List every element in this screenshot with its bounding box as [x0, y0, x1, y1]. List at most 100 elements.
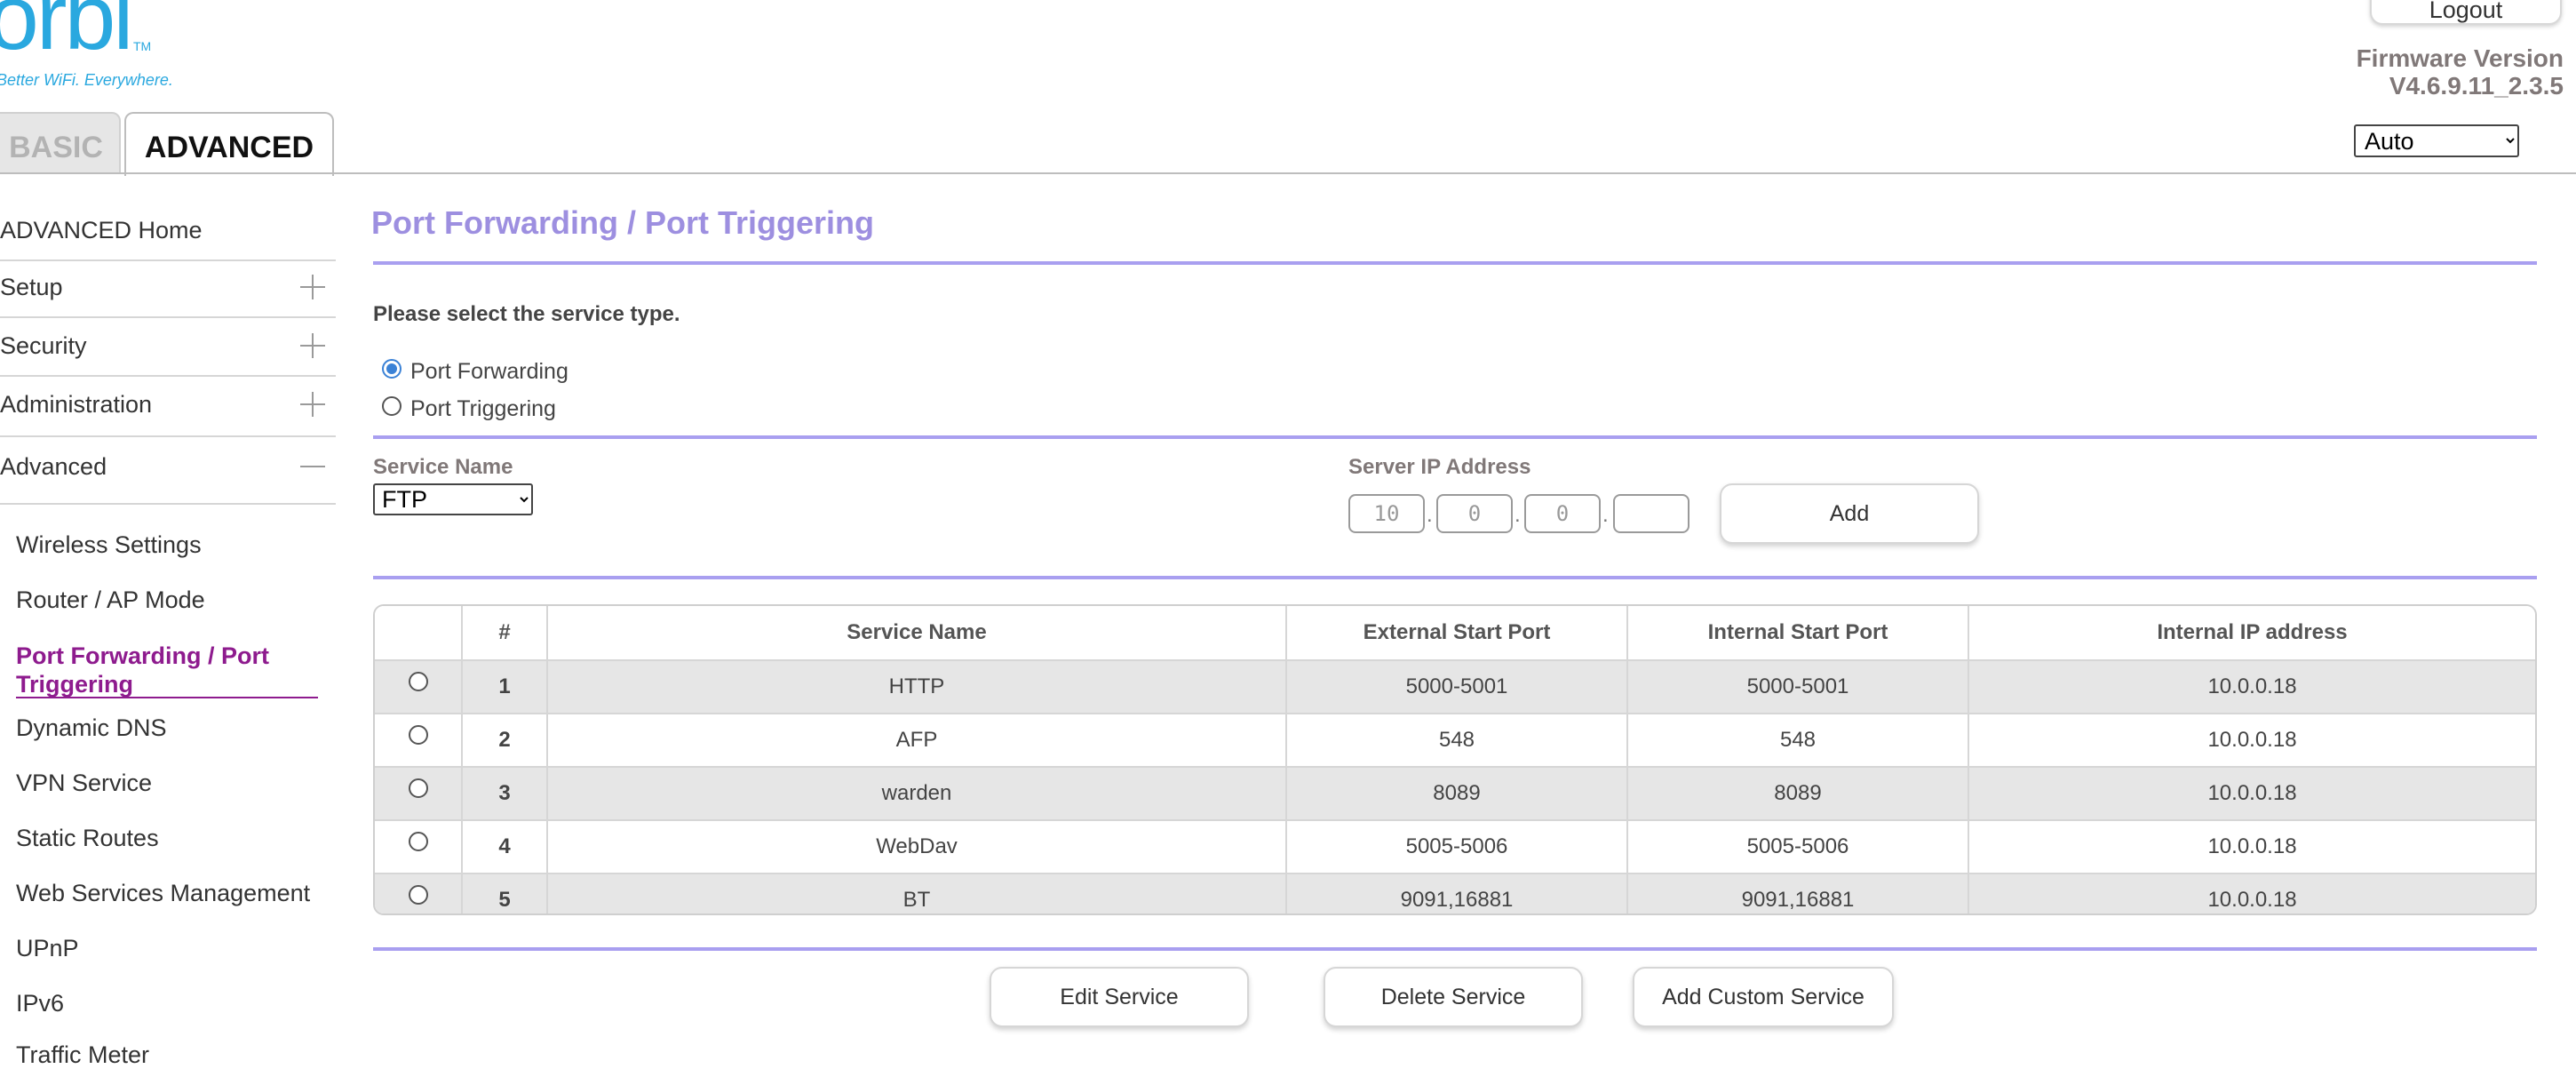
- row-select-radio[interactable]: [409, 672, 428, 691]
- plus-icon[interactable]: [300, 332, 327, 359]
- server-ip-octet-3[interactable]: 0: [1524, 494, 1601, 533]
- row-service-name: BT: [547, 874, 1287, 913]
- sidebar-item-ipv6[interactable]: IPv6: [16, 990, 64, 1017]
- row-internal-ip: 10.0.0.18: [1968, 874, 2535, 913]
- port-triggering-radio[interactable]: [382, 396, 402, 416]
- sidebar-item-web-services[interactable]: Web Services Management: [16, 880, 310, 907]
- active-underline: [16, 697, 318, 698]
- sidebar-item-setup[interactable]: Setup: [0, 274, 63, 301]
- logout-button[interactable]: Logout: [2370, 0, 2562, 25]
- orbi-logo: orbi: [0, 0, 133, 69]
- table-row[interactable]: 1 HTTP 5000-5001 5000-5001 10.0.0.18: [375, 660, 2535, 714]
- row-internal-port: 5005-5006: [1627, 820, 1969, 874]
- sidebar-item-traffic-meter[interactable]: Traffic Meter: [16, 1041, 149, 1069]
- sidebar-item-dynamic-dns[interactable]: Dynamic DNS: [16, 714, 167, 742]
- tab-advanced[interactable]: ADVANCED: [124, 112, 334, 176]
- server-ip-label: Server IP Address: [1348, 455, 1531, 479]
- service-name-label: Service Name: [373, 455, 513, 479]
- sidebar-item-port-forwarding[interactable]: Port Forwarding / Port Triggering: [16, 642, 269, 698]
- row-service-name: WebDav: [547, 820, 1287, 874]
- logo-trademark: TM: [133, 39, 152, 53]
- row-internal-port: 548: [1627, 714, 1969, 768]
- add-button[interactable]: Add: [1720, 483, 1979, 544]
- sidebar-item-upnp[interactable]: UPnP: [16, 935, 79, 962]
- sidebar-divider: [0, 503, 336, 505]
- plus-icon[interactable]: [300, 274, 327, 300]
- firmware-version-value: V4.6.9.11_2.3.5: [2389, 72, 2564, 100]
- service-type-prompt: Please select the service type.: [373, 302, 680, 326]
- sidebar-item-wireless-settings[interactable]: Wireless Settings: [16, 531, 202, 559]
- row-select-radio[interactable]: [409, 832, 428, 851]
- row-number: 1: [462, 660, 548, 714]
- row-service-name: AFP: [547, 714, 1287, 768]
- table-row[interactable]: 3 warden 8089 8089 10.0.0.18: [375, 767, 2535, 821]
- server-ip-octet-2[interactable]: 0: [1436, 494, 1513, 533]
- row-internal-port: 5000-5001: [1627, 660, 1969, 714]
- port-forwarding-label[interactable]: Port Forwarding: [410, 359, 568, 385]
- row-external-port: 9091,16881: [1286, 874, 1628, 913]
- firmware-version-label: Firmware Version: [2356, 44, 2564, 72]
- service-name-select[interactable]: FTP: [373, 483, 533, 515]
- row-select-radio[interactable]: [409, 725, 428, 745]
- ip-dot: .: [1515, 503, 1521, 527]
- row-internal-ip: 10.0.0.18: [1968, 660, 2535, 714]
- col-header-service-name: Service Name: [547, 606, 1287, 661]
- sidebar-item-advanced-home[interactable]: ADVANCED Home: [0, 217, 203, 244]
- row-internal-ip: 10.0.0.18: [1968, 767, 2535, 821]
- server-ip-octet-4[interactable]: [1613, 494, 1690, 533]
- row-service-name: HTTP: [547, 660, 1287, 714]
- row-number: 5: [462, 874, 548, 913]
- row-internal-ip: 10.0.0.18: [1968, 714, 2535, 768]
- sidebar-active-line1: Port Forwarding / Port: [16, 642, 270, 669]
- row-internal-port: 9091,16881: [1627, 874, 1969, 913]
- edit-service-button[interactable]: Edit Service: [990, 967, 1249, 1027]
- row-internal-ip: 10.0.0.18: [1968, 820, 2535, 874]
- add-custom-service-button[interactable]: Add Custom Service: [1633, 967, 1894, 1027]
- sidebar-divider: [0, 375, 336, 377]
- table-row[interactable]: 5 BT 9091,16881 9091,16881 10.0.0.18: [375, 874, 2535, 913]
- language-select[interactable]: Auto: [2354, 124, 2519, 157]
- sidebar-item-router-ap-mode[interactable]: Router / AP Mode: [16, 586, 205, 614]
- row-service-name: warden: [547, 767, 1287, 821]
- header-divider: [0, 172, 2576, 174]
- row-select-cell[interactable]: [375, 820, 463, 874]
- col-header-internal-start-port: Internal Start Port: [1627, 606, 1969, 661]
- section-divider: [373, 576, 2537, 579]
- logo-tagline: Better WiFi. Everywhere.: [0, 71, 173, 89]
- section-divider: [373, 435, 2537, 439]
- table-row[interactable]: 4 WebDav 5005-5006 5005-5006 10.0.0.18: [375, 820, 2535, 874]
- sidebar-divider: [0, 259, 336, 261]
- sidebar-item-static-routes[interactable]: Static Routes: [16, 825, 159, 852]
- plus-icon[interactable]: [300, 391, 327, 418]
- row-external-port: 5005-5006: [1286, 820, 1628, 874]
- row-select-cell[interactable]: [375, 714, 463, 768]
- col-header-external-start-port: External Start Port: [1286, 606, 1628, 661]
- delete-service-button[interactable]: Delete Service: [1324, 967, 1583, 1027]
- row-select-cell[interactable]: [375, 660, 463, 714]
- port-forwarding-radio[interactable]: [382, 359, 402, 379]
- row-external-port: 548: [1286, 714, 1628, 768]
- port-triggering-label[interactable]: Port Triggering: [410, 396, 556, 422]
- col-header-internal-ip: Internal IP address: [1968, 606, 2535, 661]
- page-title: Port Forwarding / Port Triggering: [371, 204, 875, 241]
- table-row[interactable]: 2 AFP 548 548 10.0.0.18: [375, 714, 2535, 768]
- row-select-radio[interactable]: [409, 885, 428, 905]
- row-external-port: 5000-5001: [1286, 660, 1628, 714]
- row-number: 4: [462, 820, 548, 874]
- section-divider: [373, 947, 2537, 951]
- tab-basic[interactable]: BASIC: [0, 112, 121, 174]
- row-number: 2: [462, 714, 548, 768]
- minus-icon[interactable]: [300, 453, 327, 480]
- sidebar-item-advanced[interactable]: Advanced: [0, 453, 107, 481]
- sidebar-item-security[interactable]: Security: [0, 332, 87, 360]
- sidebar-active-line2: Triggering: [16, 671, 134, 698]
- row-select-radio[interactable]: [409, 778, 428, 798]
- col-header-select: [375, 606, 463, 661]
- sidebar-item-vpn-service[interactable]: VPN Service: [16, 770, 152, 797]
- server-ip-octet-1[interactable]: 10: [1348, 494, 1425, 533]
- col-header-number: #: [462, 606, 548, 661]
- row-select-cell[interactable]: [375, 874, 463, 913]
- sidebar-item-administration[interactable]: Administration: [0, 391, 152, 419]
- sidebar-divider: [0, 316, 336, 318]
- row-select-cell[interactable]: [375, 767, 463, 821]
